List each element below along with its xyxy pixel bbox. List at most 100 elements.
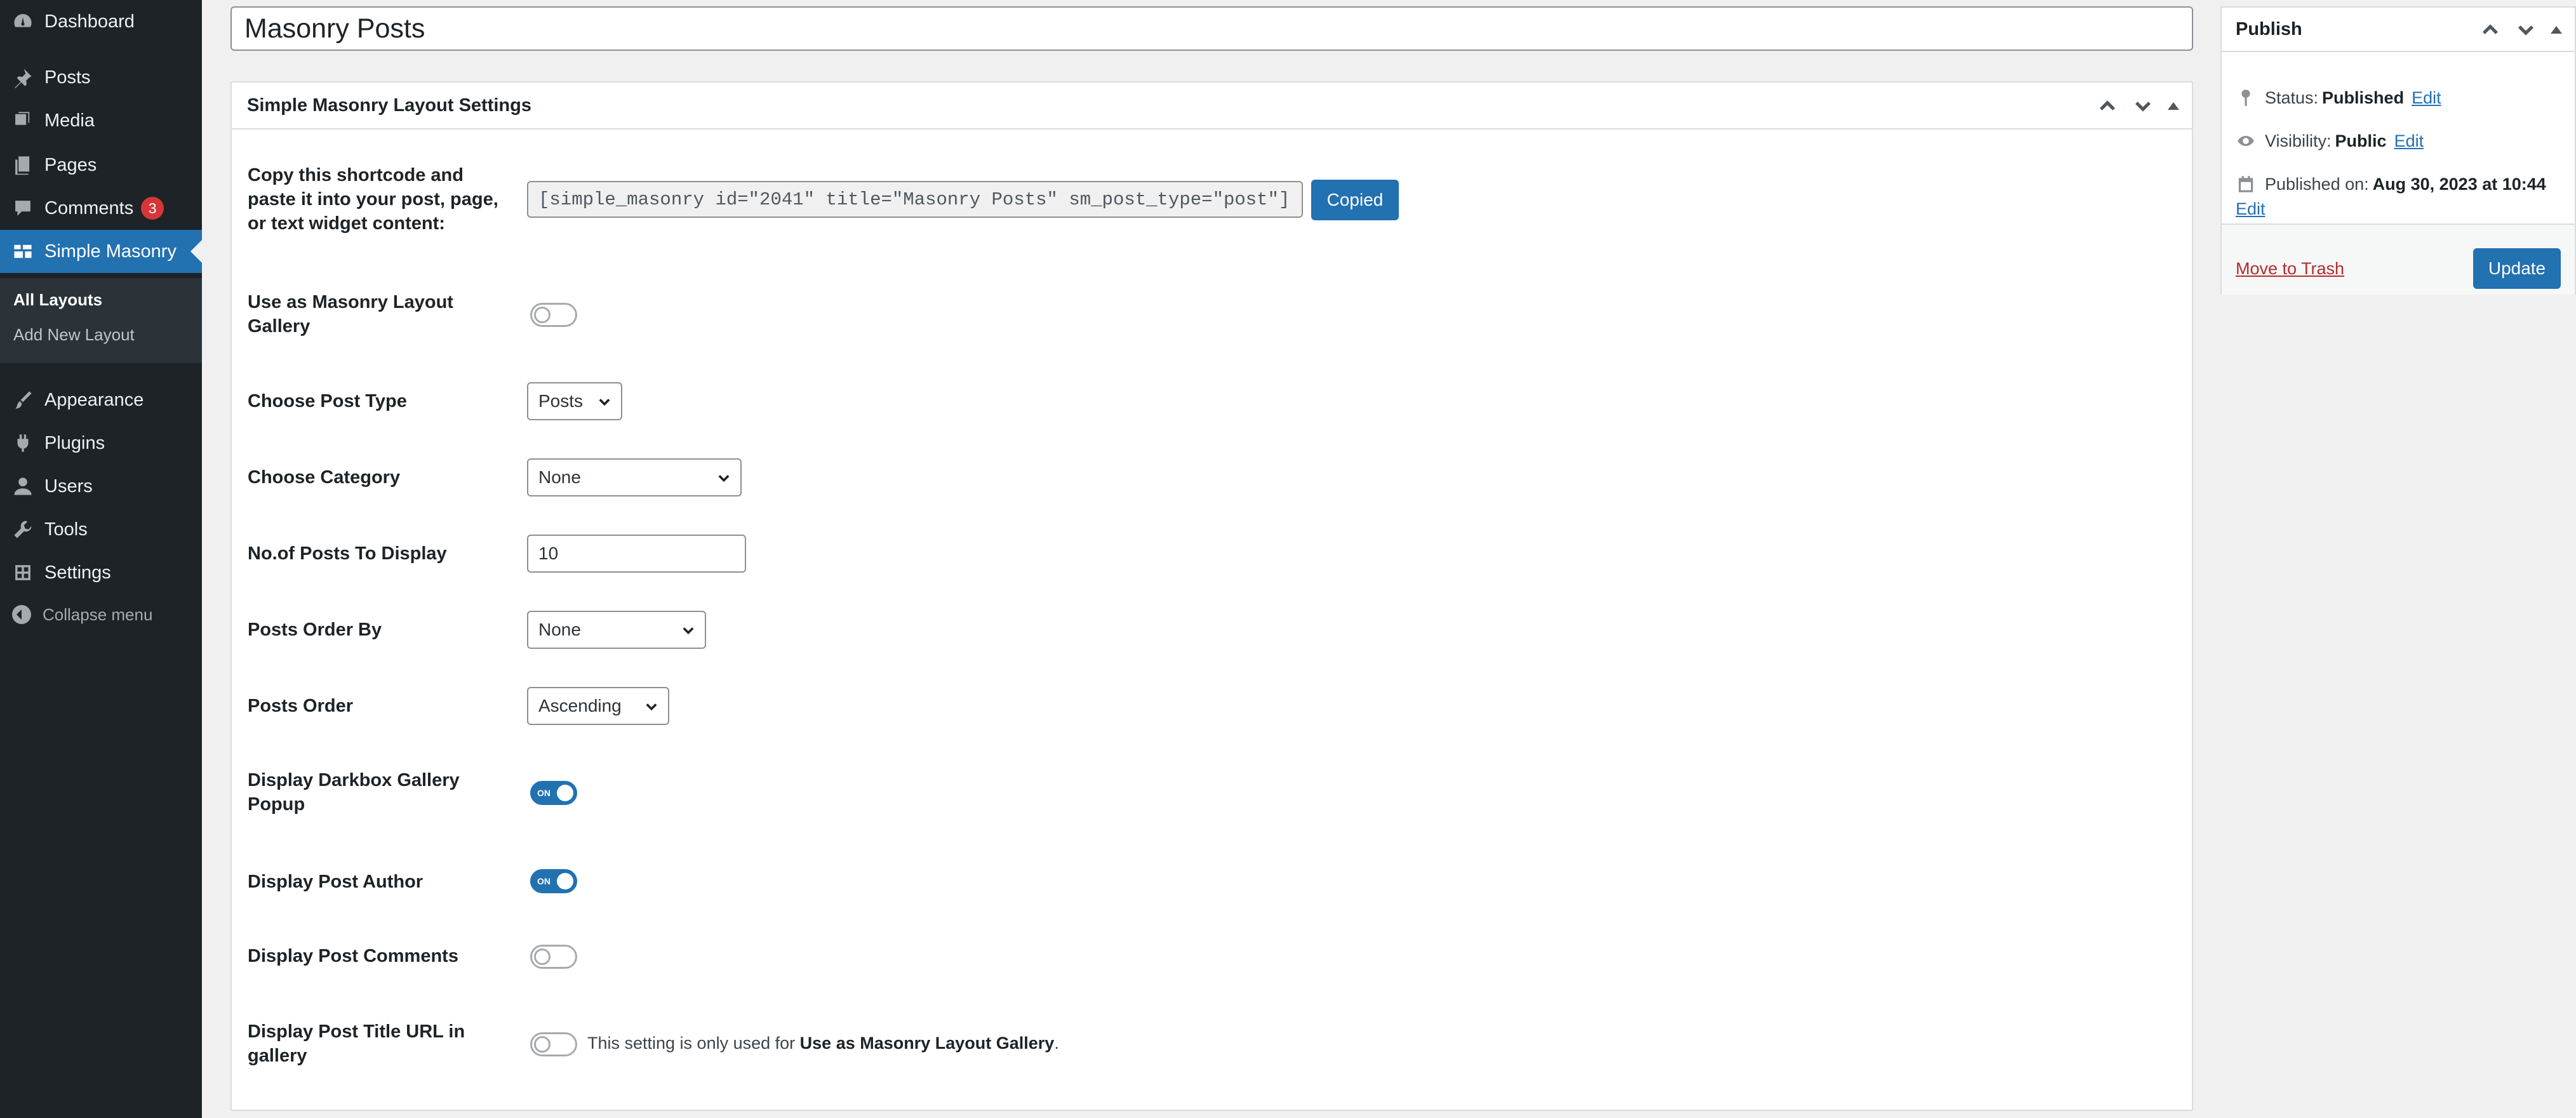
- publish-box: Publish Status: Published Edit Visibilit…: [2220, 6, 2576, 295]
- calendar-icon: [2238, 176, 2253, 192]
- pages-icon: [9, 151, 37, 179]
- eye-icon: [2238, 136, 2254, 146]
- published-date-value: Aug 30, 2023 at 10:44: [2372, 174, 2546, 194]
- grid-icon: [9, 237, 37, 265]
- sidebar-item-dashboard[interactable]: Dashboard: [0, 0, 202, 43]
- move-up-icon[interactable]: [2479, 19, 2501, 41]
- order-by-label: Posts Order By: [248, 620, 382, 640]
- publish-header: Publish: [2222, 8, 2575, 52]
- sidebar-item-posts[interactable]: Posts: [0, 56, 202, 99]
- category-value: None: [538, 467, 581, 487]
- num-posts-label: No.of Posts To Display: [248, 543, 447, 564]
- publish-actions: Move to Trash Update: [2222, 223, 2575, 295]
- sidebar-item-label: Dashboard: [44, 11, 135, 32]
- title-url-label: Display Post Title URL in gallery: [248, 1022, 465, 1066]
- sidebar-item-label: Tools: [44, 519, 88, 540]
- title-url-note: This setting is only used for Use as Mas…: [587, 1034, 1059, 1053]
- order-by-select[interactable]: None: [527, 611, 706, 649]
- sidebar-item-label: Posts: [44, 67, 91, 88]
- post-type-select[interactable]: Posts: [527, 382, 622, 420]
- pin-icon: [9, 63, 37, 91]
- publish-status-row: Status: Published Edit: [2236, 88, 2441, 108]
- status-value: Published: [2322, 88, 2405, 107]
- sidebar-item-label: Pages: [44, 154, 97, 175]
- settings-icon: [9, 559, 37, 587]
- settings-box-title: Simple Masonry Layout Settings: [247, 95, 531, 116]
- order-select[interactable]: Ascending: [527, 687, 669, 725]
- category-select[interactable]: None: [527, 458, 742, 496]
- shortcode-field[interactable]: [simple_masonry id="2041" title="Masonry…: [527, 181, 1303, 218]
- sidebar-item-simple-masonry[interactable]: Simple Masonry: [0, 230, 202, 273]
- collapse-panel-icon[interactable]: [2168, 102, 2179, 110]
- copied-button[interactable]: Copied: [1311, 180, 1399, 220]
- chevron-down-icon: [716, 470, 731, 485]
- sidebar-item-appearance[interactable]: Appearance: [0, 378, 202, 422]
- sidebar-item-label: Users: [44, 476, 93, 496]
- comments-toggle[interactable]: [530, 945, 577, 969]
- num-posts-input[interactable]: 10: [527, 535, 746, 573]
- collapse-arrow-icon: [12, 605, 31, 624]
- media-icon: [9, 107, 37, 135]
- comment-icon: [9, 194, 37, 222]
- title-url-toggle[interactable]: [530, 1032, 577, 1056]
- post-type-value: Posts: [538, 391, 584, 411]
- edit-date-link[interactable]: Edit: [2236, 199, 2266, 219]
- gallery-toggle[interactable]: [530, 303, 577, 327]
- collapse-panel-icon[interactable]: [2551, 26, 2562, 34]
- collapse-menu-label: Collapse menu: [43, 604, 153, 624]
- shortcode-label: Copy this shortcode and paste it into yo…: [248, 165, 498, 234]
- sidebar-item-label: Settings: [44, 562, 111, 583]
- order-by-value: None: [538, 620, 581, 639]
- edit-visibility-link[interactable]: Edit: [2394, 131, 2424, 151]
- move-up-icon[interactable]: [2097, 95, 2118, 117]
- brush-icon: [9, 386, 37, 414]
- publish-visibility-row: Visibility: Public Edit: [2236, 131, 2424, 151]
- sidebar-item-label: Comments: [44, 197, 134, 218]
- sidebar-item-media[interactable]: Media: [0, 99, 202, 142]
- chevron-down-icon: [597, 394, 612, 409]
- visibility-value: Public: [2335, 131, 2387, 150]
- chevron-down-icon: [644, 698, 659, 714]
- admin-sidebar: Dashboard Posts Media Pages Comments 3 S…: [0, 0, 202, 1118]
- toggle-on-text: ON: [537, 788, 551, 798]
- wrench-icon: [9, 516, 37, 543]
- sidebar-item-label: Plugins: [44, 432, 105, 453]
- comments-label: Display Post Comments: [248, 946, 458, 966]
- order-label: Posts Order: [248, 696, 353, 716]
- dashboard-icon: [9, 8, 37, 36]
- submenu-add-new-layout[interactable]: Add New Layout: [13, 325, 135, 345]
- sidebar-item-label: Simple Masonry: [44, 241, 177, 262]
- move-down-icon[interactable]: [2132, 95, 2154, 117]
- darkbox-label: Display Darkbox Gallery Popup: [248, 770, 460, 815]
- order-value: Ascending: [538, 696, 622, 715]
- sidebar-item-comments[interactable]: Comments 3: [0, 187, 202, 230]
- simple-masonry-submenu: All Layouts Add New Layout: [0, 278, 202, 363]
- sidebar-item-users[interactable]: Users: [0, 465, 202, 508]
- user-icon: [9, 472, 37, 500]
- edit-status-link[interactable]: Edit: [2412, 88, 2441, 108]
- author-label: Display Post Author: [248, 872, 424, 892]
- submenu-all-layouts[interactable]: All Layouts: [13, 290, 102, 310]
- author-toggle[interactable]: ON: [530, 869, 577, 893]
- post-type-label: Choose Post Type: [248, 391, 407, 411]
- plugin-icon: [9, 429, 37, 457]
- sidebar-item-label: Media: [44, 110, 95, 131]
- sidebar-item-settings[interactable]: Settings: [0, 551, 202, 594]
- masonry-settings-box: Simple Masonry Layout Settings Copy this…: [230, 81, 2193, 1111]
- chevron-down-icon: [681, 622, 696, 637]
- collapse-menu-button[interactable]: Collapse menu: [0, 597, 202, 632]
- settings-box-header: Simple Masonry Layout Settings: [232, 83, 2192, 130]
- sidebar-item-tools[interactable]: Tools: [0, 508, 202, 551]
- darkbox-toggle[interactable]: ON: [530, 781, 577, 805]
- sidebar-item-plugins[interactable]: Plugins: [0, 422, 202, 465]
- pin-icon: [2241, 90, 2250, 106]
- post-title-input[interactable]: Masonry Posts: [230, 6, 2193, 51]
- move-to-trash-link[interactable]: Move to Trash: [2236, 259, 2344, 279]
- sidebar-item-pages[interactable]: Pages: [0, 143, 202, 187]
- publish-date-row: Published on: Aug 30, 2023 at 10:44: [2236, 174, 2546, 194]
- update-button[interactable]: Update: [2473, 248, 2561, 289]
- move-down-icon[interactable]: [2515, 19, 2537, 41]
- category-label: Choose Category: [248, 467, 401, 488]
- sidebar-item-label: Appearance: [44, 389, 144, 410]
- toggle-on-text: ON: [537, 876, 551, 886]
